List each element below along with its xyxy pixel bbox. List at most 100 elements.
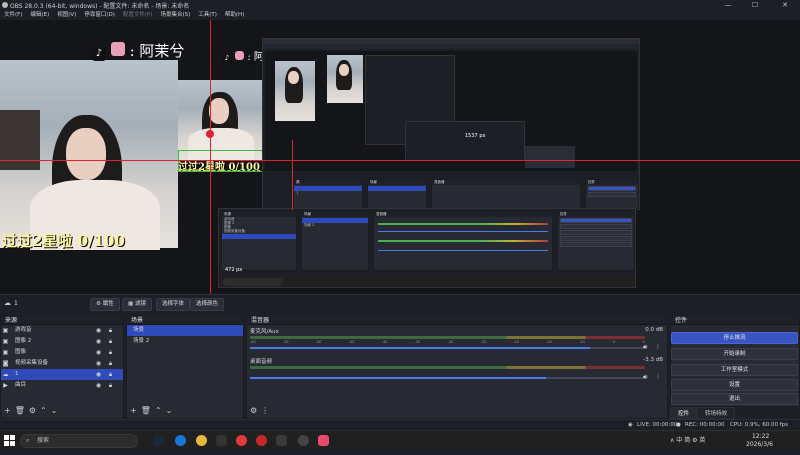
source-item[interactable]: 图像 2 ▣ ◉ 🔒︎ <box>1 336 123 347</box>
tick: -15 <box>546 340 552 344</box>
volume-slider-track[interactable] <box>250 347 645 349</box>
tray-icons[interactable]: ∧ 中 简 ⚙ 英 <box>670 431 705 451</box>
remove-scene-icon[interactable]: 🗑︎ <box>141 405 151 416</box>
sources-title: 来源 <box>1 316 123 325</box>
eye-icon[interactable]: ◉ <box>95 327 102 334</box>
studio-mode-button[interactable]: 工作室模式 <box>671 364 798 376</box>
tick: -10 <box>579 340 585 344</box>
transform-handle[interactable] <box>206 130 214 138</box>
search-label: 搜索 <box>37 437 50 444</box>
tiktok-icon-nested: ♪ <box>222 53 232 63</box>
scene-item[interactable]: 场景 2 <box>127 336 243 347</box>
star-counter-text: 过过2星啦 0/100 <box>2 232 125 250</box>
menu-profile[interactable]: 配置文件(P) <box>119 10 157 20</box>
edge-icon[interactable] <box>175 435 186 446</box>
nested-obs-panel-row: 来源 游戏音 图像 2 图像 视频采集设备 场景 场景 2 混音器 控件 472 px <box>218 208 636 288</box>
tick: -55 <box>282 340 289 344</box>
guide-line-h <box>0 160 800 161</box>
steam-icon[interactable] <box>153 435 164 446</box>
menu-help[interactable]: 帮助(H) <box>221 10 248 20</box>
source-item-label: 游戏音 <box>15 327 32 333</box>
preview-canvas[interactable]: ♪ : 阿茉兮 过过2星啦 0/100 ♪ : 阿茉兮 过过2星啦 0/100 … <box>0 20 800 294</box>
properties-button[interactable]: ⚙ 属性 <box>90 298 120 311</box>
source-item-selected[interactable]: 1 ☁ ◉ 🔒︎ <box>1 369 123 380</box>
app-icon[interactable] <box>216 435 227 446</box>
settings-button[interactable]: 设置 <box>671 379 798 391</box>
eye-icon[interactable]: ◉ <box>95 371 102 378</box>
exit-button[interactable]: 退出 <box>671 393 798 405</box>
selected-source-name: 1 <box>14 300 18 307</box>
mixer-settings-icon[interactable]: ⋮ <box>655 343 661 350</box>
menu-edit[interactable]: 编辑(E) <box>26 10 53 20</box>
netease-icon[interactable] <box>236 435 247 446</box>
source-item-label: 图像 <box>15 349 27 355</box>
app4-icon[interactable] <box>318 435 329 446</box>
source-item[interactable]: 视频采集设备 ◙ ◉ 🔒︎ <box>1 358 123 369</box>
tick: -25 <box>480 340 487 344</box>
select-font-button[interactable]: 选择字体 <box>156 298 191 311</box>
maximize-button[interactable]: ☐ <box>745 0 765 10</box>
eye-icon[interactable]: ◉ <box>95 338 102 345</box>
lock-icon[interactable]: 🔒︎ <box>107 382 114 389</box>
window-titlebar: OBS 28.0.3 (64-bit, windows) - 配置文件: 未命名… <box>0 0 800 10</box>
tab-controls[interactable]: 控件 <box>670 407 698 419</box>
speaker-icon[interactable]: 🔊︎ <box>643 373 647 382</box>
filters-button[interactable]: ▦ 滤镜 <box>122 298 152 311</box>
source-item-label: 曲目 <box>15 382 27 388</box>
image-icon: ▣ <box>2 349 9 356</box>
eye-icon[interactable]: ◉ <box>95 349 102 356</box>
tab-transitions[interactable]: 转场特效 <box>697 407 736 419</box>
eye-icon[interactable]: ◉ <box>95 360 102 367</box>
menu-file[interactable]: 文件(F) <box>0 10 26 20</box>
mixer-menu-icon[interactable]: ⋮ <box>261 405 269 416</box>
minimize-button[interactable]: — <box>718 0 738 10</box>
add-scene-icon[interactable]: + <box>130 405 137 416</box>
source-toolbar: ☁ 1 ⚙ 属性 ▦ 滤镜 选择字体 选择颜色 <box>0 294 800 314</box>
menu-docks[interactable]: 停靠窗口(D) <box>80 10 119 20</box>
scene-down-icon[interactable]: ⌄ <box>166 405 173 416</box>
source-item[interactable]: 游戏音 ▣ ◉ 🔒︎ <box>1 325 123 336</box>
add-source-icon[interactable]: + <box>4 405 11 416</box>
search-box[interactable]: ⌕ 搜索 <box>20 434 138 448</box>
menu-view[interactable]: 视图(V) <box>53 10 80 20</box>
source-item[interactable]: 图像 ▣ ◉ 🔒︎ <box>1 347 123 358</box>
mixer-toolbar: ⚙ ⋮ <box>250 405 269 416</box>
lock-icon[interactable]: 🔒︎ <box>107 360 114 367</box>
app2-icon[interactable] <box>256 435 267 446</box>
nested-obs-window: 1537 px 源1 场景 混音器 控件 <box>262 38 640 210</box>
menu-tools[interactable]: 工具(T) <box>194 10 221 20</box>
move-up-icon[interactable]: ⌃ <box>40 405 47 416</box>
tiktok-icon: ♪ <box>92 47 106 61</box>
tick: -45 <box>348 340 355 344</box>
lock-icon[interactable]: 🔒︎ <box>107 338 114 345</box>
eye-icon[interactable]: ◉ <box>95 382 102 389</box>
scene-item-selected[interactable]: 场景 <box>127 325 243 336</box>
lock-icon[interactable]: 🔒︎ <box>107 349 114 356</box>
filters-label: 滤镜 <box>134 301 146 307</box>
lock-icon[interactable]: 🔒︎ <box>107 371 114 378</box>
source-item[interactable]: 曲目 ▶ ◉ 🔒︎ <box>1 380 123 391</box>
chrome-icon[interactable] <box>196 435 207 446</box>
stream-title-text: : 阿茉兮 <box>129 42 185 60</box>
scenes-dock: 场景 场景 场景 2 + 🗑︎ ⌃ ⌄ <box>126 315 244 419</box>
stop-stream-button[interactable]: 停止推流 <box>671 332 798 344</box>
speaker-icon[interactable]: 🔊︎ <box>643 343 647 352</box>
menu-scene-collection[interactable]: 场景集合(S) <box>156 10 194 20</box>
scene-up-icon[interactable]: ⌃ <box>155 405 162 416</box>
obs-taskbar-icon[interactable] <box>298 435 309 446</box>
scenes-toolbar: + 🗑︎ ⌃ ⌄ <box>130 405 172 416</box>
windows-start-icon[interactable] <box>4 435 15 446</box>
start-recording-button[interactable]: 开始录制 <box>671 348 798 360</box>
move-down-icon[interactable]: ⌄ <box>51 405 58 416</box>
obs-logo-icon <box>2 2 8 8</box>
volume-slider-track[interactable] <box>250 377 645 379</box>
mixer-settings-icon[interactable]: ⋮ <box>655 373 661 380</box>
lock-icon[interactable]: 🔒︎ <box>107 327 114 334</box>
meter-scale: -60 -55 -50 -45 -40 -35 -30 -25 -20 -15 -10 -5 0 <box>250 340 645 344</box>
source-settings-icon[interactable]: ⚙ <box>29 405 36 416</box>
select-color-button[interactable]: 选择颜色 <box>190 298 225 311</box>
close-button[interactable]: ✕ <box>775 0 795 10</box>
audio-settings-icon[interactable]: ⚙ <box>250 405 257 416</box>
app3-icon[interactable] <box>276 435 287 446</box>
remove-source-icon[interactable]: 🗑︎ <box>15 405 25 416</box>
